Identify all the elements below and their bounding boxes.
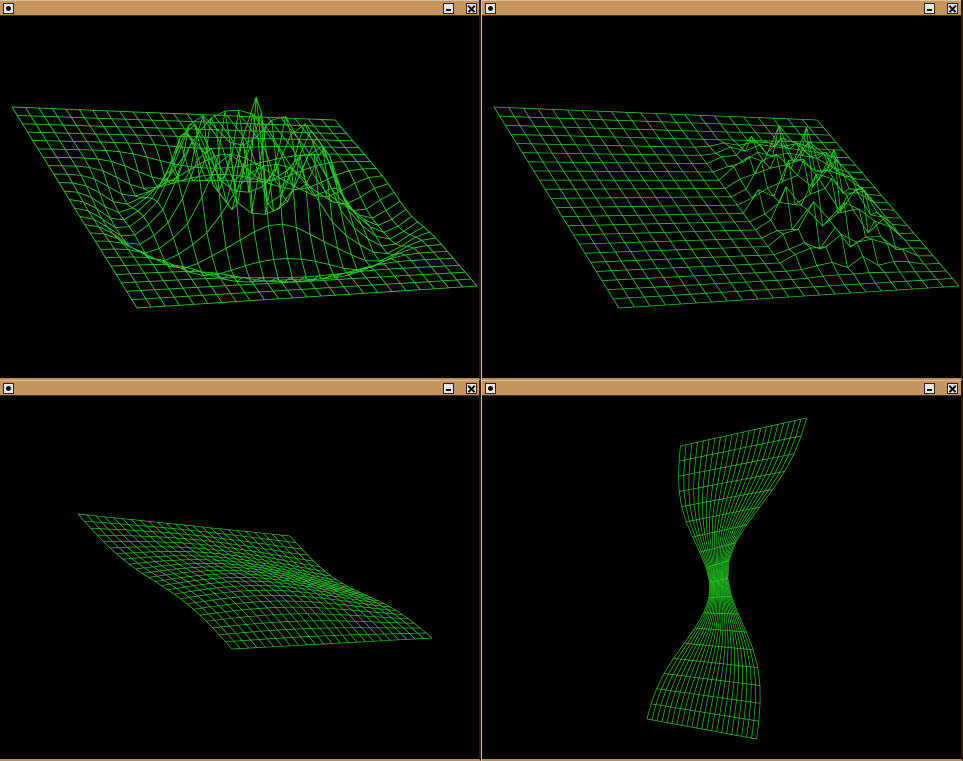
mesh-line (113, 517, 266, 648)
gl-canvas[interactable] (482, 16, 961, 378)
mesh-line (725, 420, 796, 738)
mesh-line (280, 117, 421, 290)
close-icon[interactable] (466, 3, 477, 14)
mesh-line (212, 620, 415, 629)
mesh-line (646, 718, 757, 740)
window-menu-icon[interactable] (3, 383, 14, 394)
minimize-icon[interactable] (443, 3, 454, 14)
mesh-line (723, 424, 779, 735)
mesh-line (727, 417, 808, 740)
mesh-line (552, 109, 682, 305)
wireframe-window-top-right (482, 0, 963, 380)
mesh-line (651, 444, 711, 720)
mesh-line (726, 419, 802, 739)
gl-canvas[interactable] (482, 396, 961, 759)
mesh-line (523, 107, 651, 307)
mesh-line (545, 159, 876, 190)
mesh-line (584, 201, 921, 254)
mesh-line (787, 118, 929, 289)
terrain-wireframe-surface (493, 106, 960, 309)
wireframe-window-top-left (0, 0, 481, 380)
titlebar[interactable] (0, 0, 479, 16)
window-menu-icon[interactable] (485, 3, 496, 14)
wireframe-window-bottom-left (0, 380, 481, 761)
gl-canvas[interactable] (0, 16, 479, 378)
minimize-icon[interactable] (443, 383, 454, 394)
mesh-line (567, 188, 901, 227)
minimize-icon[interactable] (924, 383, 935, 394)
mesh-line (722, 425, 773, 734)
mesh-line (121, 518, 274, 647)
mesh-line (65, 108, 195, 305)
twisted-wireframe-surface (646, 417, 808, 740)
close-icon[interactable] (947, 3, 958, 14)
mesh-line (671, 439, 715, 724)
mesh-line (119, 111, 251, 301)
mesh-line (11, 106, 138, 309)
close-icon[interactable] (947, 383, 958, 394)
gl-canvas[interactable] (0, 396, 479, 759)
close-icon[interactable] (466, 383, 477, 394)
mesh-line (38, 107, 166, 307)
mesh-line (661, 442, 713, 722)
wireframe-window-bottom-right (482, 380, 963, 761)
mesh-line (240, 115, 379, 293)
mesh-line (267, 117, 407, 291)
mesh-line (666, 440, 714, 723)
window-menu-icon[interactable] (485, 383, 496, 394)
mesh-line (816, 119, 960, 287)
mesh-line (272, 533, 416, 640)
mesh-line (573, 173, 908, 236)
window-menu-icon[interactable] (3, 3, 14, 14)
ripple-wireframe-surface (11, 96, 478, 309)
wavy-sheet-wireframe-surface (77, 513, 433, 650)
mesh-line (90, 527, 302, 550)
titlebar[interactable] (0, 380, 479, 396)
mesh-line (104, 516, 258, 648)
mesh-line (680, 417, 807, 447)
titlebar[interactable] (482, 0, 961, 16)
titlebar[interactable] (482, 380, 961, 396)
minimize-icon[interactable] (924, 3, 935, 14)
